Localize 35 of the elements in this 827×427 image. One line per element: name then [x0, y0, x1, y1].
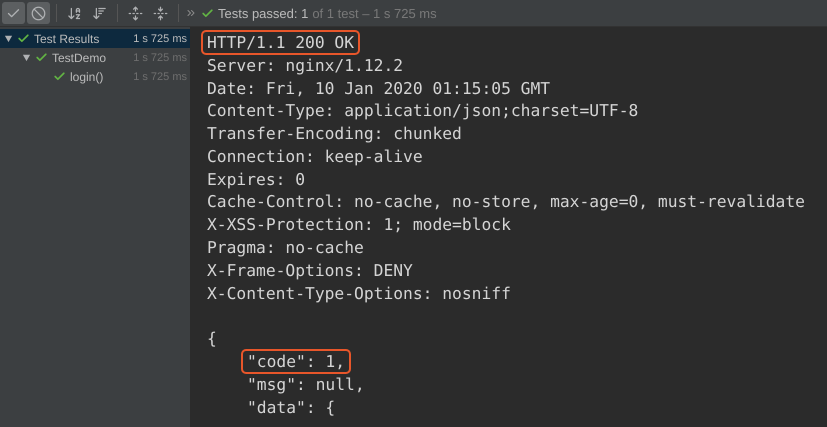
test-name: login()	[70, 70, 104, 84]
console-line: {	[206, 328, 218, 350]
check-icon	[201, 6, 214, 20]
check-icon	[53, 70, 66, 83]
test-duration: 1 s 725 ms	[133, 32, 187, 44]
console-line: X-XSS-Protection: 1; mode=block	[206, 214, 512, 236]
console-line: Content-Type: application/json;charset=UTF-8	[206, 100, 640, 122]
status-detail: of 1 test – 1 s 725 ms	[312, 6, 437, 20]
chevrons-icon[interactable]	[185, 7, 197, 19]
expand-all-icon	[128, 6, 143, 20]
tree-item[interactable]: Test Results 1 s 725 ms	[0, 29, 190, 48]
console-line: Date: Fri, 10 Jan 2020 01:15:05 GMT	[206, 78, 552, 100]
console-line: "msg": null,	[246, 374, 366, 396]
collapse-all-icon	[153, 6, 168, 20]
console-line: Pragma: no-cache	[206, 237, 365, 260]
status-summary: Tests passed: 1	[218, 6, 308, 20]
console-line: Cache-Control: no-cache, no-store, max-age=0, must-revalidate	[206, 191, 806, 214]
show-passed-button[interactable]	[2, 2, 25, 24]
sort-alpha-icon	[67, 6, 82, 20]
sort-duration-icon	[92, 6, 107, 20]
console-line: "data": {	[246, 396, 336, 419]
check-icon	[17, 32, 30, 45]
console-line: Transfer-Encoding: chunked	[206, 123, 463, 146]
console-line: X-Content-Type-Options: nosniff	[206, 282, 512, 305]
check-icon	[35, 51, 48, 64]
show-ignored-button[interactable]	[27, 2, 50, 24]
expand-triangle-icon[interactable]	[22, 53, 31, 62]
expand-triangle-icon[interactable]	[4, 34, 13, 43]
console-line: X-Frame-Options: DENY	[206, 260, 414, 282]
console-line: Server: nginx/1.12.2	[206, 54, 404, 77]
show-ignored-icon	[31, 6, 46, 20]
test-name: TestDemo	[52, 50, 106, 64]
console-line: Connection: keep-alive	[206, 146, 424, 168]
test-name: Test Results	[34, 32, 100, 46]
console-line: Expires: 0	[206, 168, 306, 191]
